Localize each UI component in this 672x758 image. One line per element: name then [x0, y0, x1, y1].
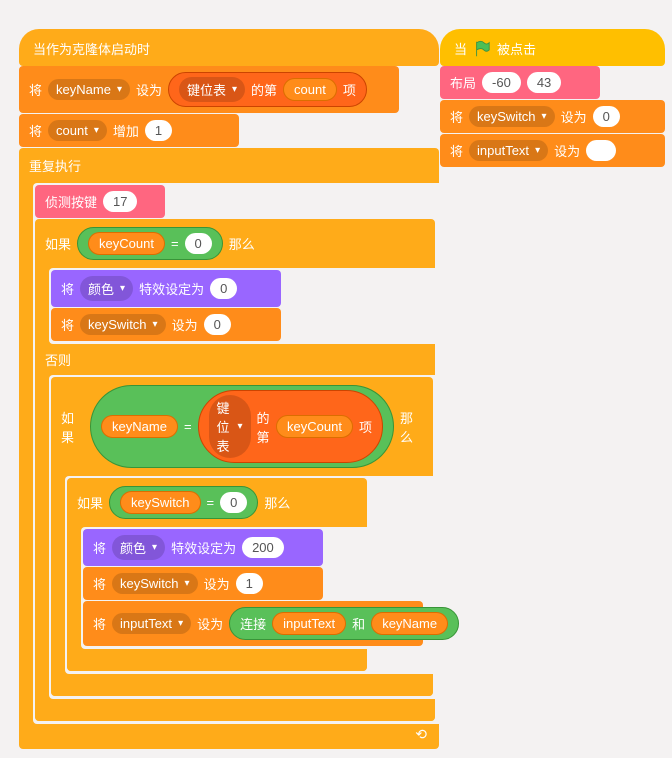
block-set-keyswitch-1[interactable]: 将 keySwitch 设为 1 — [83, 567, 323, 600]
var-dropdown-keyswitch-2[interactable]: keySwitch — [112, 573, 198, 594]
input-keyswitch-0[interactable]: 0 — [204, 314, 231, 335]
hat-green-flag[interactable]: 当 被点击 — [440, 29, 665, 66]
var-keyswitch-3[interactable]: keySwitch — [120, 491, 201, 514]
block-set-inputtext-right[interactable]: 将 inputText 设为 — [440, 134, 665, 167]
block-set-effect-0[interactable]: 将 颜色 特效设定为 0 — [51, 270, 281, 307]
var-keyname-join[interactable]: keyName — [371, 612, 448, 635]
list-item-of-2[interactable]: 键位表 的第 keyCount 项 — [198, 390, 383, 463]
hat-start-as-clone[interactable]: 当作为克隆体启动时 — [19, 29, 439, 66]
input-equals-val-1[interactable]: 0 — [185, 233, 212, 254]
block-if-keyname-match[interactable]: 如果 keyName = 键位表 的第 keyCount 项 — [51, 377, 433, 696]
block-set-inputtext[interactable]: 将 inputText 设为 连接 inputText 和 keyName — [83, 601, 423, 646]
var-keyname-2[interactable]: keyName — [101, 415, 178, 438]
input-keyswitch-r[interactable]: 0 — [593, 106, 620, 127]
input-equals-val-3[interactable]: 0 — [220, 492, 247, 513]
block-set-keyswitch-right[interactable]: 将 keySwitch 设为 0 — [440, 100, 665, 133]
effect-dropdown-1[interactable]: 颜色 — [80, 276, 133, 301]
effect-dropdown-2[interactable]: 颜色 — [112, 535, 165, 560]
list-dropdown[interactable]: 键位表 — [179, 77, 245, 102]
input-inputtext-r[interactable] — [586, 140, 616, 161]
var-dropdown-keyswitch-r[interactable]: keySwitch — [469, 106, 555, 127]
op-join[interactable]: 连接 inputText 和 keyName — [229, 607, 459, 640]
block-if-keyswitch[interactable]: 如果 keySwitch = 0 那么 — [67, 478, 367, 671]
loop-arrow-icon: ⟲ — [19, 724, 439, 749]
var-dropdown-count[interactable]: count — [48, 120, 107, 141]
var-keycount[interactable]: keyCount — [88, 232, 165, 255]
op-equals-1[interactable]: keyCount = 0 — [77, 227, 223, 260]
var-dropdown-keyswitch-1[interactable]: keySwitch — [80, 314, 166, 335]
var-inputtext[interactable]: inputText — [272, 612, 346, 635]
input-effect-200[interactable]: 200 — [242, 537, 284, 558]
list-item-of[interactable]: 键位表 的第 count 项 — [168, 72, 367, 107]
var-dropdown-inputtext[interactable]: inputText — [112, 613, 191, 634]
block-forever[interactable]: 重复执行 侦测按键 17 如果 keyCount = 0 — [19, 148, 439, 749]
var-dropdown-keyname[interactable]: keyName — [48, 79, 130, 100]
block-set-keyname[interactable]: 将 keyName 设为 键位表 的第 count 项 — [19, 66, 399, 113]
green-flag-icon — [473, 40, 491, 58]
var-count[interactable]: count — [283, 78, 337, 101]
op-equals-2[interactable]: keyName = 键位表 的第 keyCount 项 — [90, 385, 394, 468]
input-layout-y[interactable]: 43 — [527, 72, 561, 93]
var-dropdown-inputtext-r[interactable]: inputText — [469, 140, 548, 161]
list-dropdown-2[interactable]: 键位表 — [209, 395, 251, 458]
block-layout[interactable]: 布局 -60 43 — [440, 66, 600, 99]
input-change-val[interactable]: 1 — [145, 120, 172, 141]
block-if-else-keycount[interactable]: 如果 keyCount = 0 那么 将 颜色 特效设定为 — [35, 219, 435, 721]
input-effect-val-0[interactable]: 0 — [210, 278, 237, 299]
var-keycount-2[interactable]: keyCount — [276, 415, 353, 438]
block-change-count[interactable]: 将 count 增加 1 — [19, 114, 239, 147]
block-set-keyswitch-0[interactable]: 将 keySwitch 设为 0 — [51, 308, 281, 341]
input-key-id[interactable]: 17 — [103, 191, 137, 212]
hat-label: 当作为克隆体启动时 — [33, 39, 150, 58]
op-equals-3[interactable]: keySwitch = 0 — [109, 486, 258, 519]
input-keyswitch-1[interactable]: 1 — [236, 573, 263, 594]
block-detect-key[interactable]: 侦测按键 17 — [35, 185, 165, 218]
input-layout-x[interactable]: -60 — [482, 72, 521, 93]
block-set-effect-200[interactable]: 将 颜色 特效设定为 200 — [83, 529, 323, 566]
